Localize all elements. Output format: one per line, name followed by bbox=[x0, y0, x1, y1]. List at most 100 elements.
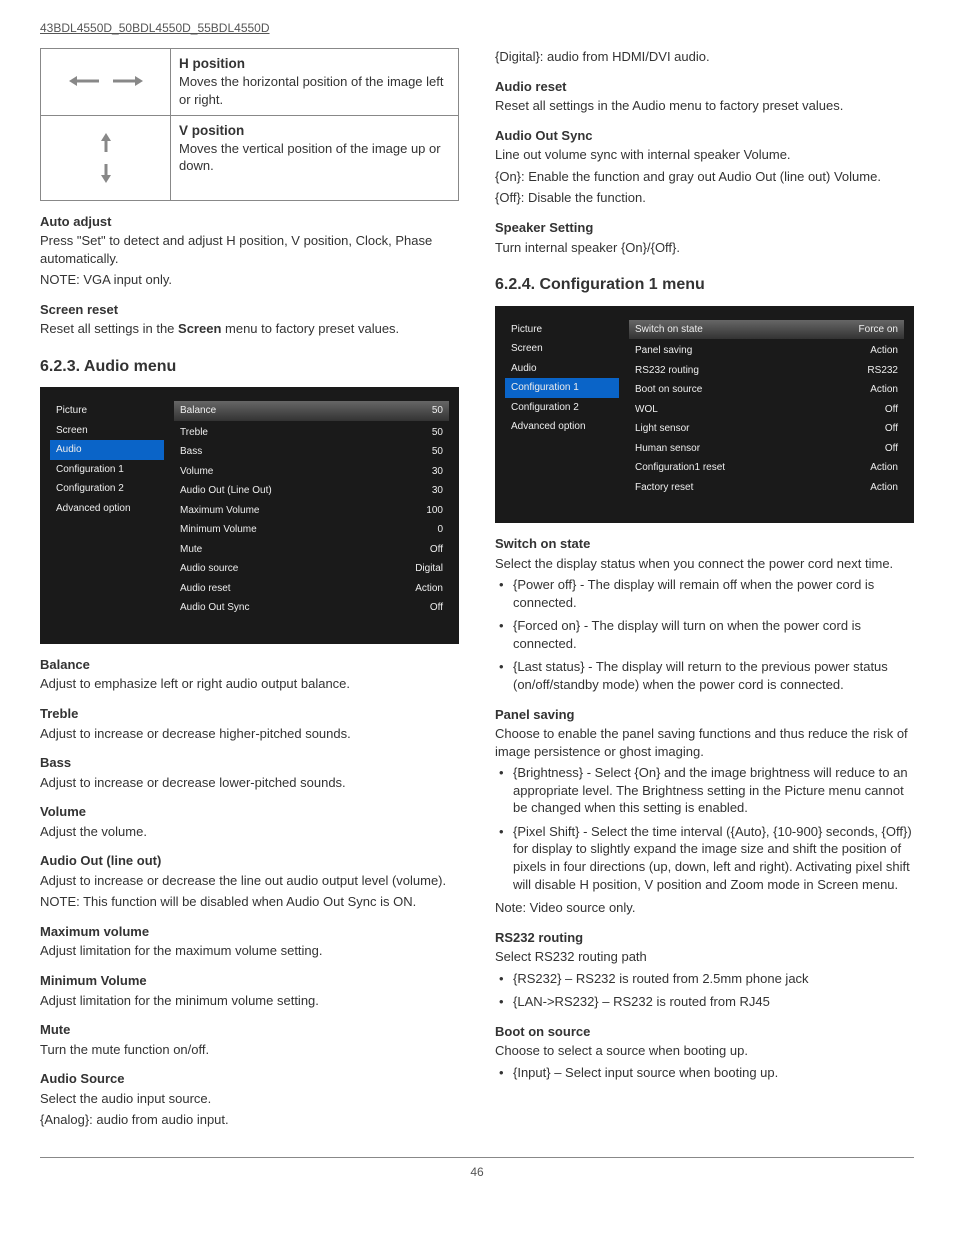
definition-heading: Minimum Volume bbox=[40, 972, 459, 990]
rs232-routing-heading: RS232 routing bbox=[495, 929, 914, 947]
h-position-title: H position bbox=[179, 55, 450, 73]
definition-heading: Balance bbox=[40, 656, 459, 674]
list-item: {RS232} – RS232 is routed from 2.5mm pho… bbox=[513, 970, 914, 988]
definition-desc: Adjust to increase or decrease the line … bbox=[40, 872, 459, 890]
definition-desc: Turn the mute function on/off. bbox=[40, 1041, 459, 1059]
definition-desc: Line out volume sync with internal speak… bbox=[495, 146, 914, 164]
osd-row: Configuration1 resetAction bbox=[629, 458, 904, 478]
v-position-desc: Moves the vertical position of the image… bbox=[179, 140, 450, 175]
osd-nav-item: Screen bbox=[505, 339, 619, 359]
definition-desc: Adjust to increase or decrease lower-pit… bbox=[40, 774, 459, 792]
panel-saving-heading: Panel saving bbox=[495, 706, 914, 724]
definition-desc: Adjust to increase or decrease higher-pi… bbox=[40, 725, 459, 743]
osd-nav: PictureScreenAudioConfiguration 1Configu… bbox=[50, 401, 170, 618]
osd-nav-item: Picture bbox=[505, 320, 619, 340]
definition-heading: Audio reset bbox=[495, 78, 914, 96]
rs232-routing-list: {RS232} – RS232 is routed from 2.5mm pho… bbox=[495, 970, 914, 1011]
osd-row: Maximum Volume100 bbox=[174, 501, 449, 521]
panel-saving-desc: Choose to enable the panel saving functi… bbox=[495, 725, 914, 760]
osd-nav-item: Advanced option bbox=[50, 499, 164, 519]
boot-on-source-list: {Input} – Select input source when booti… bbox=[495, 1064, 914, 1082]
definition-desc: Adjust limitation for the maximum volume… bbox=[40, 942, 459, 960]
definition-desc: Adjust the volume. bbox=[40, 823, 459, 841]
osd-nav-item: Audio bbox=[50, 440, 164, 460]
switch-on-state-desc: Select the display status when you conne… bbox=[495, 555, 914, 573]
osd-row: Audio Out SyncOff bbox=[174, 598, 449, 618]
page-number: 46 bbox=[40, 1157, 914, 1180]
definition-desc: {Analog}: audio from audio input. bbox=[40, 1111, 459, 1129]
osd-row: Switch on stateForce on bbox=[629, 320, 904, 340]
boot-on-source-desc: Choose to select a source when booting u… bbox=[495, 1042, 914, 1060]
definition-desc: NOTE: This function will be disabled whe… bbox=[40, 893, 459, 911]
osd-row: Factory resetAction bbox=[629, 478, 904, 498]
position-table: H position Moves the horizontal position… bbox=[40, 48, 459, 200]
config1-osd-screenshot: PictureScreenAudioConfiguration 1Configu… bbox=[495, 306, 914, 524]
v-arrows-icon bbox=[86, 128, 126, 188]
definition-desc: Select the audio input source. bbox=[40, 1090, 459, 1108]
osd-row: Volume30 bbox=[174, 462, 449, 482]
osd-main: Switch on stateForce onPanel savingActio… bbox=[625, 320, 904, 498]
screen-reset-desc: Reset all settings in the Screen menu to… bbox=[40, 320, 459, 338]
definition-heading: Audio Source bbox=[40, 1070, 459, 1088]
digital-audio-text: {Digital}: audio from HDMI/DVI audio. bbox=[495, 48, 914, 66]
definition-desc: Reset all settings in the Audio menu to … bbox=[495, 97, 914, 115]
left-column: H position Moves the horizontal position… bbox=[40, 48, 459, 1133]
osd-nav-item: Configuration 2 bbox=[50, 479, 164, 499]
config1-menu-heading: 6.2.4. Configuration 1 menu bbox=[495, 274, 914, 296]
list-item: {Input} – Select input source when booti… bbox=[513, 1064, 914, 1082]
definition-heading: Speaker Setting bbox=[495, 219, 914, 237]
definition-heading: Volume bbox=[40, 803, 459, 821]
osd-row: Boot on sourceAction bbox=[629, 380, 904, 400]
definition-heading: Treble bbox=[40, 705, 459, 723]
panel-saving-note: Note: Video source only. bbox=[495, 899, 914, 917]
osd-main: Balance50Treble50Bass50Volume30Audio Out… bbox=[170, 401, 449, 618]
osd-nav-item: Configuration 1 bbox=[50, 460, 164, 480]
osd-row: Treble50 bbox=[174, 423, 449, 443]
definition-heading: Audio Out Sync bbox=[495, 127, 914, 145]
osd-row: MuteOff bbox=[174, 540, 449, 560]
osd-nav-item: Advanced option bbox=[505, 417, 619, 437]
osd-row: Human sensorOff bbox=[629, 439, 904, 459]
osd-row: Audio resetAction bbox=[174, 579, 449, 599]
osd-row: Audio sourceDigital bbox=[174, 559, 449, 579]
osd-nav-item: Configuration 2 bbox=[505, 398, 619, 418]
panel-saving-list: {Brightness} - Select {On} and the image… bbox=[495, 764, 914, 893]
osd-row: Bass50 bbox=[174, 442, 449, 462]
h-position-icon-cell bbox=[41, 49, 171, 115]
auto-adjust-desc: Press "Set" to detect and adjust H posit… bbox=[40, 232, 459, 267]
audio-osd-screenshot: PictureScreenAudioConfiguration 1Configu… bbox=[40, 387, 459, 644]
definition-heading: Mute bbox=[40, 1021, 459, 1039]
right-column: {Digital}: audio from HDMI/DVI audio. Au… bbox=[495, 48, 914, 1133]
switch-on-state-heading: Switch on state bbox=[495, 535, 914, 553]
osd-nav: PictureScreenAudioConfiguration 1Configu… bbox=[505, 320, 625, 498]
list-item: {Power off} - The display will remain of… bbox=[513, 576, 914, 611]
v-position-icon-cell bbox=[41, 115, 171, 200]
definition-desc: Turn internal speaker {On}/{Off}. bbox=[495, 239, 914, 257]
h-position-desc: Moves the horizontal position of the ima… bbox=[179, 73, 450, 108]
osd-row: Light sensorOff bbox=[629, 419, 904, 439]
osd-row: Minimum Volume0 bbox=[174, 520, 449, 540]
osd-row: WOLOff bbox=[629, 400, 904, 420]
definition-desc: Adjust limitation for the minimum volume… bbox=[40, 992, 459, 1010]
definition-desc: {On}: Enable the function and gray out A… bbox=[495, 168, 914, 186]
screen-reset-heading: Screen reset bbox=[40, 301, 459, 319]
definition-heading: Maximum volume bbox=[40, 923, 459, 941]
osd-nav-item: Screen bbox=[50, 421, 164, 441]
list-item: {Forced on} - The display will turn on w… bbox=[513, 617, 914, 652]
definition-heading: Bass bbox=[40, 754, 459, 772]
h-arrows-icon bbox=[61, 61, 151, 101]
osd-row: RS232 routingRS232 bbox=[629, 361, 904, 381]
switch-on-state-list: {Power off} - The display will remain of… bbox=[495, 576, 914, 693]
osd-row: Audio Out (Line Out)30 bbox=[174, 481, 449, 501]
osd-nav-item: Picture bbox=[50, 401, 164, 421]
auto-adjust-heading: Auto adjust bbox=[40, 213, 459, 231]
osd-nav-item: Audio bbox=[505, 359, 619, 379]
osd-row: Panel savingAction bbox=[629, 341, 904, 361]
osd-nav-item: Configuration 1 bbox=[505, 378, 619, 398]
page-header: 43BDL4550D_50BDL4550D_55BDL4550D bbox=[40, 20, 914, 36]
definition-desc: {Off}: Disable the function. bbox=[495, 189, 914, 207]
auto-adjust-note: NOTE: VGA input only. bbox=[40, 271, 459, 289]
definition-desc: Adjust to emphasize left or right audio … bbox=[40, 675, 459, 693]
list-item: {Last status} - The display will return … bbox=[513, 658, 914, 693]
osd-row: Balance50 bbox=[174, 401, 449, 421]
